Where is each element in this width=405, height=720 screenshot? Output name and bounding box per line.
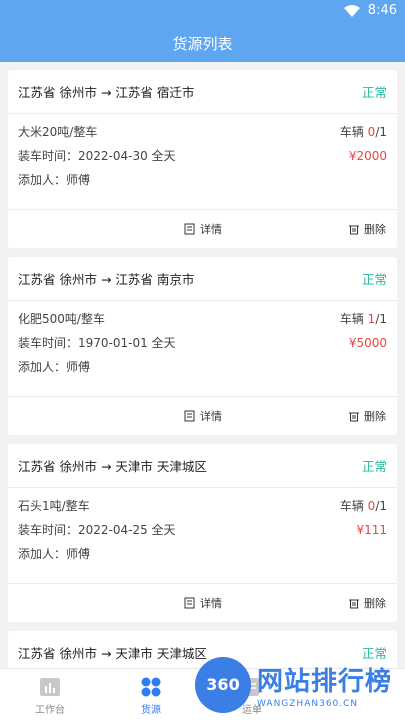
adder-text: 添加人：师傅 — [18, 547, 91, 561]
delete-button[interactable]: 删除 — [348, 595, 386, 611]
cargo-text: 石头1吨/整车 — [18, 499, 90, 513]
delete-label: 删除 — [364, 223, 386, 236]
cargo-text: 化肥500吨/整车 — [18, 312, 105, 326]
card-body: 石头1吨/整车 装车时间：2022-04-25 全天 添加人：师傅 车辆 0/1… — [8, 488, 397, 584]
load-time-text: 装车时间：2022-04-30 全天 — [18, 149, 176, 163]
route-text: 江苏省 徐州市 → 江苏省 南京市 — [18, 272, 195, 287]
cargo-text: 大米20吨/整车 — [18, 125, 98, 139]
app-header: 8:46 货源列表 — [0, 0, 405, 62]
cargo-card[interactable]: 江苏省 徐州市 → 江苏省 南京市 正常 化肥500吨/整车 装车时间：1970… — [8, 257, 397, 435]
vehicle-count: 车辆 1/1 — [340, 307, 387, 331]
tab-workbench-label: 工作台 — [35, 705, 65, 716]
detail-label: 详情 — [200, 597, 222, 610]
status-bar: 8:46 — [343, 3, 397, 18]
card-body: 化肥500吨/整车 装车时间：1970-01-01 全天 添加人：师傅 车辆 1… — [8, 301, 397, 397]
price-text: ¥5000 — [348, 336, 387, 350]
tab-workbench[interactable]: 工作台 — [0, 669, 100, 720]
detail-button[interactable]: 详情 — [184, 595, 222, 611]
vehicle-label: 车辆 — [339, 125, 364, 139]
card-actions: 详情 删除 — [8, 584, 397, 622]
route-text: 江苏省 徐州市 → 江苏省 宿迁市 — [18, 85, 195, 100]
vehicle-count: 车辆 0/1 — [340, 494, 387, 518]
delete-button[interactable]: 删除 — [348, 221, 386, 237]
grid-icon — [141, 677, 161, 697]
detail-button[interactable]: 详情 — [184, 221, 222, 237]
detail-icon — [184, 597, 195, 609]
vehicle-label: 车辆 — [339, 499, 364, 513]
status-badge: 正常 — [361, 272, 387, 287]
card-actions: 详情 删除 — [8, 397, 397, 435]
vehicle-total: /1 — [375, 499, 387, 513]
price-text: ¥111 — [356, 523, 387, 537]
price-text: ¥2000 — [348, 149, 387, 163]
status-time: 8:46 — [367, 3, 397, 18]
vehicle-total: /1 — [375, 312, 387, 326]
status-badge: 正常 — [361, 459, 387, 474]
wifi-icon — [343, 4, 360, 17]
card-actions: 详情 删除 — [8, 210, 397, 248]
trash-icon — [349, 412, 359, 422]
watermark-logo: 360 — [195, 657, 251, 713]
watermark-sub: WANGZHAN360.CN — [257, 699, 359, 709]
tab-cargo[interactable]: 货源 — [101, 669, 201, 720]
status-badge: 正常 — [361, 85, 387, 100]
cargo-card[interactable]: 江苏省 徐州市 → 江苏省 宿迁市 正常 大米20吨/整车 装车时间：2022-… — [8, 70, 397, 248]
card-body: 大米20吨/整车 装车时间：2022-04-30 全天 添加人：师傅 车辆 0/… — [8, 114, 397, 210]
trash-icon — [349, 599, 359, 609]
route-text: 江苏省 徐州市 → 天津市 天津城区 — [18, 459, 207, 474]
route-text: 江苏省 徐州市 → 天津市 天津城区 — [18, 646, 207, 661]
delete-label: 删除 — [364, 597, 386, 610]
detail-icon — [184, 223, 195, 235]
cargo-list[interactable]: 江苏省 徐州市 → 江苏省 宿迁市 正常 大米20吨/整车 装车时间：2022-… — [0, 62, 405, 668]
bar-chart-icon — [40, 678, 60, 696]
vehicle-count: 车辆 0/1 — [340, 120, 387, 144]
card-route-row: 江苏省 徐州市 → 江苏省 南京市 正常 — [8, 257, 397, 301]
page-title: 货源列表 — [172, 35, 233, 53]
delete-button[interactable]: 删除 — [348, 408, 386, 424]
card-route-row: 江苏省 徐州市 → 天津市 天津城区 正常 — [8, 444, 397, 488]
card-route-row: 江苏省 徐州市 → 江苏省 宿迁市 正常 — [8, 70, 397, 114]
tab-cargo-label: 货源 — [141, 705, 161, 716]
adder-text: 添加人：师傅 — [18, 173, 91, 187]
detail-label: 详情 — [200, 223, 222, 236]
trash-icon — [349, 225, 359, 235]
cargo-card[interactable]: 江苏省 徐州市 → 天津市 天津城区 正常 石头1吨/整车 装车时间：2022-… — [8, 444, 397, 622]
load-time-text: 装车时间：2022-04-25 全天 — [18, 523, 176, 537]
load-time-text: 装车时间：1970-01-01 全天 — [18, 336, 176, 350]
detail-icon — [184, 410, 195, 422]
detail-label: 详情 — [200, 410, 222, 423]
vehicle-label: 车辆 — [339, 312, 364, 326]
detail-button[interactable]: 详情 — [184, 408, 222, 424]
watermark: 360 网站排行榜 WANGZHAN360.CN — [195, 655, 405, 717]
delete-label: 删除 — [364, 410, 386, 423]
vehicle-total: /1 — [375, 125, 387, 139]
watermark-text: 网站排行榜 — [257, 667, 393, 697]
adder-text: 添加人：师傅 — [18, 360, 91, 374]
